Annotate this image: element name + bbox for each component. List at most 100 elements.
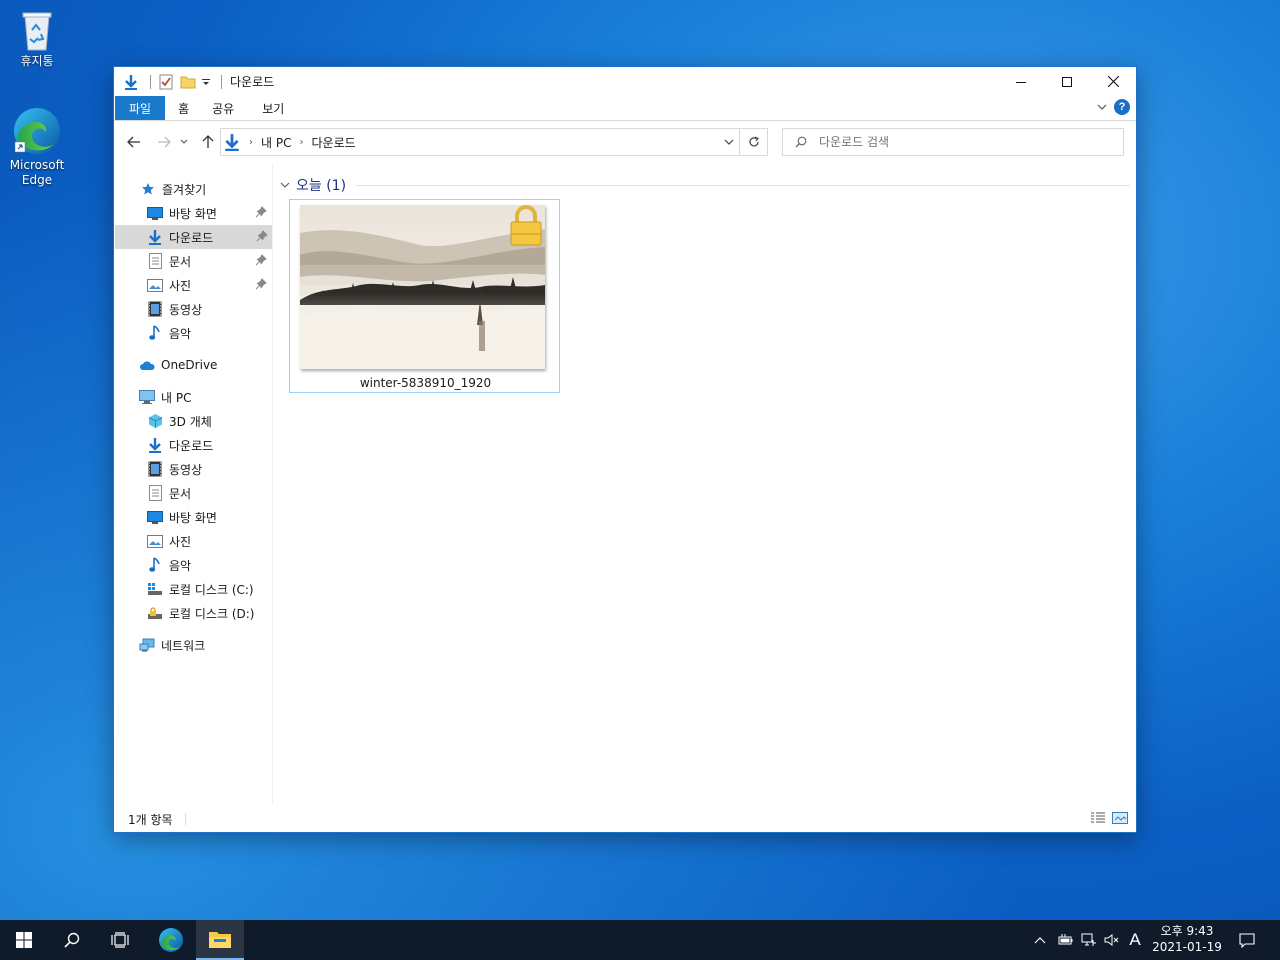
network-icon	[139, 637, 155, 653]
tab-home[interactable]: 홈	[165, 96, 202, 120]
group-header-today[interactable]: 오늘 (1)	[280, 175, 346, 195]
details-view-icon[interactable]	[1090, 811, 1106, 825]
nav-pc-pictures[interactable]: 사진	[114, 529, 271, 553]
show-hidden-icons-button[interactable]	[1030, 920, 1050, 960]
search-button[interactable]	[48, 920, 96, 960]
tab-view[interactable]: 보기	[248, 96, 298, 120]
minimize-button[interactable]	[998, 67, 1044, 96]
clock-time: 오후 9:43	[1160, 924, 1214, 938]
nav-this-pc[interactable]: 내 PC	[114, 385, 271, 409]
nav-quick-access[interactable]: 즐겨찾기	[114, 177, 271, 201]
taskbar-edge-button[interactable]	[147, 920, 195, 960]
breadcrumb-this-pc[interactable]: 내 PC	[261, 129, 291, 155]
desktop-icon-recycle-bin[interactable]: 휴지통	[1, 8, 73, 69]
status-bar: 1개 항목	[114, 805, 1136, 833]
action-center-button[interactable]	[1234, 920, 1260, 960]
pictures-icon	[147, 277, 163, 293]
nav-pc-drive-d[interactable]: 로컬 디스크 (D:)	[114, 601, 271, 625]
expand-ribbon-chevron-icon[interactable]	[1096, 101, 1108, 113]
nav-quick-access-label: 즐겨찾기	[162, 182, 207, 197]
close-button[interactable]	[1090, 67, 1136, 96]
nav-pc-drive-c[interactable]: 로컬 디스크 (C:)	[114, 577, 271, 601]
address-bar[interactable]: › 내 PC › 다운로드	[220, 128, 740, 156]
nav-pc-music[interactable]: 음악	[114, 553, 271, 577]
properties-button[interactable]	[157, 73, 175, 91]
nav-item-label: 사진	[169, 278, 192, 293]
nav-this-pc-label: 내 PC	[161, 390, 192, 405]
refresh-button[interactable]	[740, 128, 768, 156]
breadcrumb-separator-icon: ›	[249, 136, 253, 148]
nav-network-label: 네트워크	[161, 638, 206, 653]
cube-3d-icon	[147, 413, 163, 429]
maximize-button[interactable]	[1044, 67, 1090, 96]
tab-share[interactable]: 공유	[202, 96, 248, 120]
nav-quick-downloads[interactable]: 다운로드	[115, 225, 272, 249]
back-button[interactable]	[122, 130, 146, 154]
nav-pc-downloads[interactable]: 다운로드	[114, 433, 271, 457]
ime-indicator[interactable]: A	[1124, 920, 1146, 960]
nav-item-label: 동영상	[169, 462, 203, 477]
nav-pc-videos[interactable]: 동영상	[114, 457, 271, 481]
nav-network[interactable]: 네트워크	[114, 633, 271, 657]
desktop-icon-edge[interactable]: Microsoft Edge	[1, 106, 73, 188]
recent-locations-chevron-icon[interactable]	[176, 130, 192, 154]
clock[interactable]: 오후 9:43 2021-01-19	[1148, 920, 1226, 960]
nav-item-label: 다운로드	[169, 438, 214, 453]
nav-quick-pictures[interactable]: 사진	[114, 273, 271, 297]
help-icon[interactable]: ?	[1114, 99, 1130, 115]
search-input[interactable]	[819, 135, 1099, 149]
nav-pc-documents[interactable]: 문서	[114, 481, 271, 505]
nav-item-label: 사진	[169, 534, 192, 549]
chevron-up-icon	[1034, 937, 1046, 944]
tab-file[interactable]: 파일	[115, 96, 166, 120]
taskbar-file-explorer-button[interactable]	[196, 920, 244, 960]
large-icons-view-icon[interactable]	[1112, 811, 1128, 825]
lock-icon	[510, 205, 542, 246]
music-note-icon	[147, 325, 163, 341]
address-history-chevron-icon[interactable]	[719, 129, 739, 155]
search-icon	[64, 932, 80, 948]
notification-icon	[1239, 932, 1255, 948]
forward-button[interactable]	[152, 130, 176, 154]
nav-pc-desktop[interactable]: 바탕 화면	[114, 505, 271, 529]
up-button[interactable]	[196, 130, 220, 154]
start-button[interactable]	[0, 920, 48, 960]
nav-pc-3d-objects[interactable]: 3D 개체	[114, 409, 271, 433]
star-icon	[140, 181, 156, 197]
nav-quick-desktop[interactable]: 바탕 화면	[114, 201, 271, 225]
locked-drive-icon	[147, 605, 163, 621]
download-arrow-icon	[147, 437, 163, 453]
file-name: winter-5838910_1920	[359, 376, 492, 390]
customize-qat-chevron-icon[interactable]	[201, 73, 211, 91]
search-box[interactable]	[782, 128, 1124, 156]
battery-tray-button[interactable]	[1054, 920, 1076, 960]
breadcrumb-downloads[interactable]: 다운로드	[311, 129, 355, 155]
window-title: 다운로드	[230, 75, 275, 89]
network-tray-button[interactable]	[1078, 920, 1100, 960]
volume-tray-button[interactable]	[1101, 920, 1123, 960]
group-label: 오늘 (1)	[296, 178, 347, 194]
new-folder-button[interactable]	[179, 73, 197, 91]
group-divider	[356, 185, 1130, 186]
recycle-bin-icon	[22, 12, 52, 51]
task-view-icon	[111, 932, 129, 948]
nav-quick-videos[interactable]: 동영상	[114, 297, 271, 321]
nav-item-label: 로컬 디스크 (C:)	[169, 582, 254, 597]
pictures-icon	[147, 533, 163, 549]
network-icon	[1081, 933, 1096, 946]
file-explorer-icon	[209, 932, 231, 948]
nav-item-label: 3D 개체	[169, 414, 212, 429]
file-thumbnail	[300, 205, 545, 369]
windows-logo-icon	[16, 932, 32, 948]
pin-icon	[255, 254, 267, 266]
collapse-chevron-icon	[280, 182, 290, 188]
task-view-button[interactable]	[96, 920, 144, 960]
clock-date: 2021-01-19	[1152, 940, 1222, 954]
file-item[interactable]: winter-5838910_1920	[289, 199, 560, 393]
nav-onedrive-label: OneDrive	[161, 358, 218, 372]
nav-quick-documents[interactable]: 문서	[114, 249, 271, 273]
edge-icon	[14, 108, 60, 154]
nav-quick-music[interactable]: 음악	[114, 321, 271, 345]
ribbon-tabs: 파일 홈 공유 보기 ?	[114, 96, 1136, 121]
nav-onedrive[interactable]: OneDrive	[114, 353, 271, 377]
